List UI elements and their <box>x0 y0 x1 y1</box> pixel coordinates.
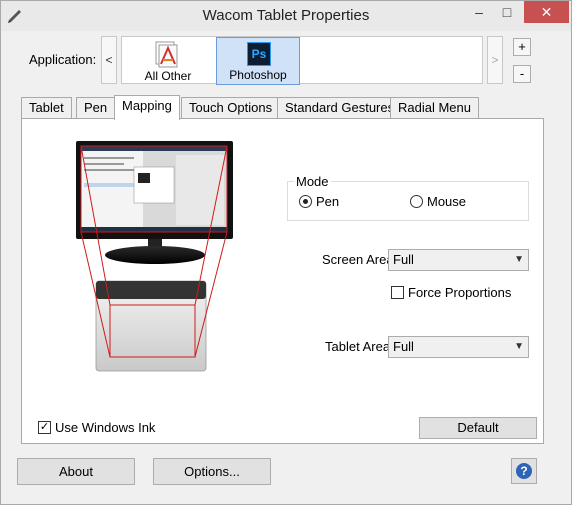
application-prev-button[interactable]: < <box>101 36 117 84</box>
mode-pen-label: Pen <box>316 194 340 209</box>
tab-tablet[interactable]: Tablet <box>21 97 72 119</box>
mode-group: Mode Pen Mouse <box>287 174 529 221</box>
default-button[interactable]: Default <box>419 417 537 439</box>
use-windows-ink-label: Use Windows Ink <box>55 420 156 435</box>
radio-selected-indicator <box>299 195 312 208</box>
mapping-preview <box>76 141 233 372</box>
check-icon: ✓ <box>38 421 51 434</box>
all-other-icon <box>155 41 178 68</box>
maximize-button[interactable]: □ <box>493 1 521 23</box>
tab-pen[interactable]: Pen <box>76 97 116 119</box>
application-list: All Other Ps Photoshop <box>121 36 483 85</box>
application-label: Application: <box>29 52 97 67</box>
about-button[interactable]: About <box>17 458 135 485</box>
remove-application-button[interactable]: - <box>513 65 531 83</box>
mode-group-label: Mode <box>294 174 331 189</box>
application-item-label: Photoshop <box>229 68 287 82</box>
application-item-all-other[interactable]: All Other <box>126 37 210 85</box>
application-next-button[interactable]: > <box>487 36 503 84</box>
mapping-panel: Mode Pen Mouse Screen Area: Full ▼ Force… <box>21 118 544 444</box>
tab-radial-menu[interactable]: Radial Menu <box>390 97 479 119</box>
application-selector: Application: < All Other Ps Photoshop > <box>17 34 545 86</box>
force-proportions-label: Force Proportions <box>408 285 512 300</box>
tablet-area-label: Tablet Area: <box>325 339 394 354</box>
screen-area-value: Full <box>393 252 414 267</box>
checkbox-box <box>391 286 404 299</box>
photoshop-icon: Ps <box>247 42 271 66</box>
screen-area-select[interactable]: Full ▼ <box>388 249 529 271</box>
chevron-down-icon: ▼ <box>514 254 524 265</box>
close-button[interactable]: ✕ <box>524 1 569 23</box>
radio-unselected-indicator <box>410 195 423 208</box>
help-icon: ? <box>516 463 532 479</box>
tab-touch-options[interactable]: Touch Options <box>181 97 281 119</box>
application-item-photoshop[interactable]: Ps Photoshop <box>216 37 300 85</box>
minimize-button[interactable]: – <box>465 1 493 23</box>
tab-mapping[interactable]: Mapping <box>114 95 180 120</box>
title-bar[interactable]: Wacom Tablet Properties – □ ✕ <box>1 1 571 31</box>
add-application-button[interactable]: + <box>513 38 531 56</box>
tablet-area-select[interactable]: Full ▼ <box>388 336 529 358</box>
chevron-down-icon: ▼ <box>514 341 524 352</box>
mode-mouse-label: Mouse <box>427 194 467 209</box>
tab-standard-gestures[interactable]: Standard Gestures <box>277 97 403 119</box>
options-button[interactable]: Options... <box>153 458 271 485</box>
wacom-properties-window: Wacom Tablet Properties – □ ✕ Applicatio… <box>0 0 572 505</box>
help-button[interactable]: ? <box>511 458 537 484</box>
tablet-area-value: Full <box>393 339 414 354</box>
screen-area-label: Screen Area: <box>322 252 398 267</box>
application-item-label: All Other <box>144 69 192 83</box>
